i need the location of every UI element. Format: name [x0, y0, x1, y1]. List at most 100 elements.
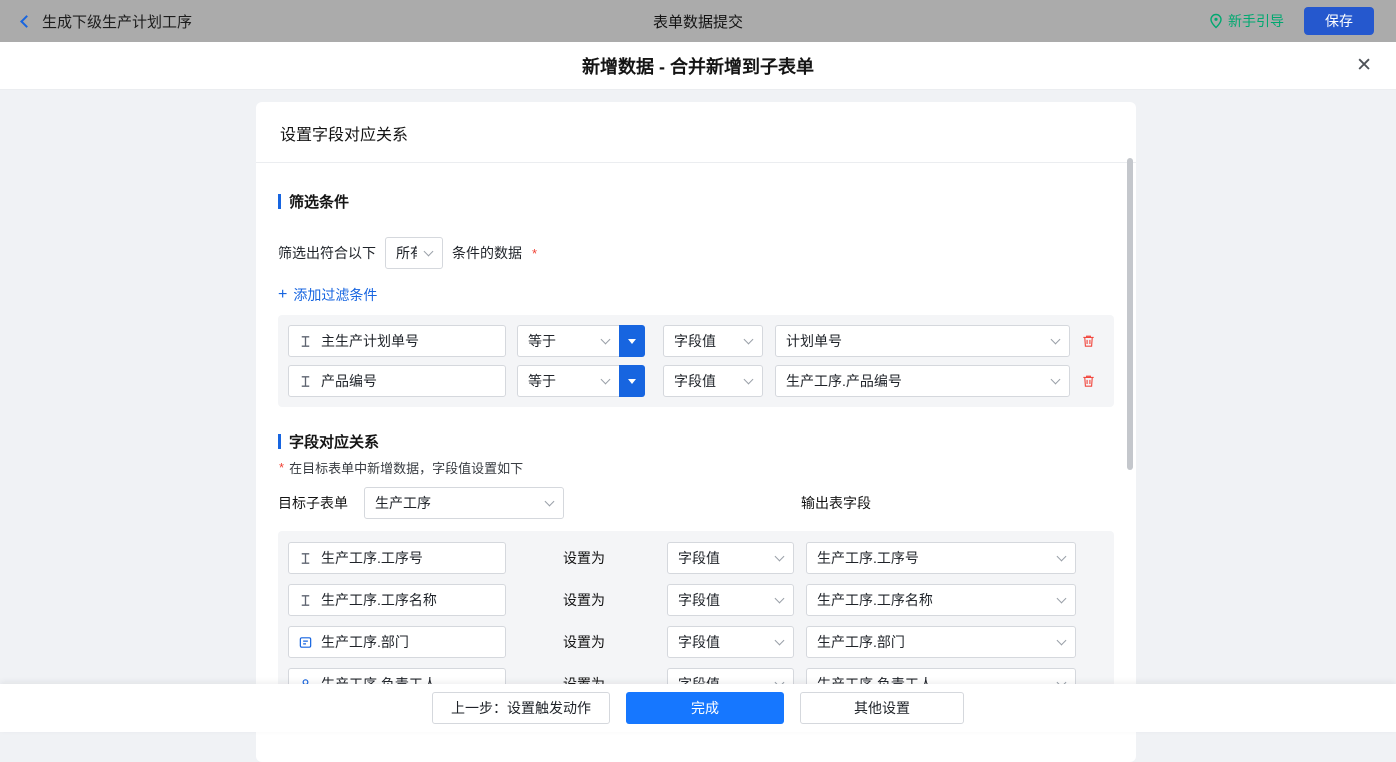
section-accent-bar — [278, 434, 281, 449]
operator-value: 等于 — [528, 331, 594, 351]
field-name: 主生产计划单号 — [321, 331, 419, 351]
chevron-down-icon — [744, 334, 754, 344]
mapping-section-title: 字段对应关系 — [278, 431, 1114, 452]
mapping-hint: * 在目标表单中新增数据，字段值设置如下 — [278, 458, 1114, 477]
plus-icon: + — [278, 288, 287, 302]
operator-mode-button[interactable] — [619, 365, 645, 397]
match-mode-select[interactable]: 所有 — [385, 237, 443, 269]
chevron-down-icon — [545, 496, 555, 506]
back-button[interactable]: 生成下级生产计划工序 — [22, 11, 192, 32]
mapping-section-label: 字段对应关系 — [289, 431, 379, 452]
filter-section-title: 筛选条件 — [278, 191, 1114, 212]
chevron-down-icon — [1051, 374, 1061, 384]
value-type-select[interactable]: 字段值 — [667, 542, 794, 574]
filter-value-select[interactable]: 计划单号 — [775, 325, 1070, 357]
form-data-submit-page: { "colors": { "accent_blue": "#1765e0", … — [0, 0, 1396, 746]
guide-label: 新手引导 — [1228, 11, 1284, 31]
chevron-down-icon — [775, 593, 785, 603]
output-field-select[interactable]: 生产工序.部门 — [806, 626, 1076, 658]
section-accent-bar — [278, 194, 281, 209]
filter-conditions-panel: 主生产计划单号 等于 字段值 计划单号 — [278, 315, 1114, 407]
target-subform-label: 目标子表单 — [278, 493, 348, 513]
chevron-down-icon — [1057, 593, 1067, 603]
match-mode-value: 所有 — [396, 243, 417, 263]
other-settings-button[interactable]: 其他设置 — [800, 692, 964, 724]
filter-value: 计划单号 — [786, 331, 1044, 351]
filter-row: 主生产计划单号 等于 字段值 计划单号 — [288, 325, 1104, 357]
set-as-label: 设置为 — [563, 590, 607, 610]
delete-condition-icon[interactable] — [1081, 333, 1096, 349]
mapping-row: 生产工序.工序名称 设置为 字段值 生产工序.工序名称 — [288, 583, 1104, 617]
caret-down-icon — [628, 379, 636, 384]
mapping-row: 生产工序.工序号 设置为 字段值 生产工序.工序号 — [288, 541, 1104, 575]
operator-value-box: 等于 — [517, 365, 619, 397]
filter-match-line: 筛选出符合以下 所有 条件的数据 * — [278, 237, 1114, 269]
value-type-select[interactable]: 字段值 — [663, 325, 763, 357]
filter-operator-select[interactable]: 等于 — [517, 365, 645, 397]
close-icon[interactable]: ✕ — [1356, 53, 1372, 79]
mapping-row: 生产工序.部门 设置为 字段值 生产工序.部门 — [288, 625, 1104, 659]
delete-condition-icon[interactable] — [1081, 373, 1096, 389]
topbar-actions: 新手引导 保存 — [1209, 7, 1374, 35]
value-type-value: 字段值 — [678, 632, 768, 652]
text-field-icon — [298, 593, 313, 608]
required-mark: * — [532, 246, 537, 261]
target-subform-value: 生产工序 — [375, 493, 538, 513]
back-label: 生成下级生产计划工序 — [42, 11, 192, 32]
filter-field-input[interactable]: 产品编号 — [288, 365, 506, 397]
scrollbar-thumb[interactable] — [1127, 158, 1133, 470]
text-field-icon — [298, 334, 313, 349]
card-header: 设置字段对应关系 — [256, 102, 1136, 163]
filter-operator-select[interactable]: 等于 — [517, 325, 645, 357]
save-button[interactable]: 保存 — [1304, 7, 1374, 35]
value-type-value: 字段值 — [678, 548, 768, 568]
set-as-label: 设置为 — [563, 632, 607, 652]
output-field-select[interactable]: 生产工序.工序号 — [806, 542, 1076, 574]
dialog-header: 新增数据 - 合并新增到子表单 ✕ — [0, 42, 1396, 90]
dialog-title: 新增数据 - 合并新增到子表单 — [582, 53, 814, 79]
text-field-icon — [298, 551, 313, 566]
filter-row: 产品编号 等于 字段值 生产工序.产品编号 — [288, 365, 1104, 397]
previous-step-button[interactable]: 上一步：设置触发动作 — [432, 692, 610, 724]
chevron-down-icon — [775, 635, 785, 645]
chevron-down-icon — [1057, 635, 1067, 645]
mapping-field-input[interactable]: 生产工序.部门 — [288, 626, 506, 658]
location-pin-icon — [1209, 13, 1223, 29]
value-type-value: 字段值 — [674, 371, 737, 391]
add-filter-condition-link[interactable]: + 添加过滤条件 — [278, 285, 377, 305]
done-button[interactable]: 完成 — [626, 692, 784, 724]
chevron-down-icon — [1057, 551, 1067, 561]
value-type-select[interactable]: 字段值 — [663, 365, 763, 397]
output-field-value: 生产工序.部门 — [817, 632, 1050, 652]
chevron-down-icon — [1051, 334, 1061, 344]
filter-suffix-text: 条件的数据 — [452, 243, 522, 263]
department-icon — [298, 635, 313, 650]
filter-value-select[interactable]: 生产工序.产品编号 — [775, 365, 1070, 397]
topbar-title: 表单数据提交 — [0, 11, 1396, 32]
chevron-down-icon — [775, 551, 785, 561]
set-as-label: 设置为 — [563, 548, 607, 568]
mapping-hint-text: 在目标表单中新增数据，字段值设置如下 — [289, 458, 523, 477]
output-field-value: 生产工序.工序名称 — [817, 590, 1050, 610]
mapping-field-input[interactable]: 生产工序.工序名称 — [288, 584, 506, 616]
filter-prefix-text: 筛选出符合以下 — [278, 243, 376, 263]
operator-mode-button[interactable] — [619, 325, 645, 357]
chevron-down-icon — [601, 334, 611, 344]
output-field-value: 生产工序.工序号 — [817, 548, 1050, 568]
beginner-guide-link[interactable]: 新手引导 — [1209, 11, 1284, 31]
required-mark: * — [279, 460, 284, 475]
field-name: 生产工序.工序号 — [321, 548, 423, 568]
value-type-value: 字段值 — [678, 590, 768, 610]
filter-field-input[interactable]: 主生产计划单号 — [288, 325, 506, 357]
value-type-select[interactable]: 字段值 — [667, 584, 794, 616]
chevron-down-icon — [424, 246, 434, 256]
output-field-select[interactable]: 生产工序.工序名称 — [806, 584, 1076, 616]
value-type-value: 字段值 — [674, 331, 737, 351]
operator-value-box: 等于 — [517, 325, 619, 357]
value-type-select[interactable]: 字段值 — [667, 626, 794, 658]
chevron-down-icon — [601, 374, 611, 384]
mapping-field-input[interactable]: 生产工序.工序号 — [288, 542, 506, 574]
caret-down-icon — [628, 339, 636, 344]
text-field-icon — [298, 374, 313, 389]
target-subform-select[interactable]: 生产工序 — [364, 487, 564, 519]
